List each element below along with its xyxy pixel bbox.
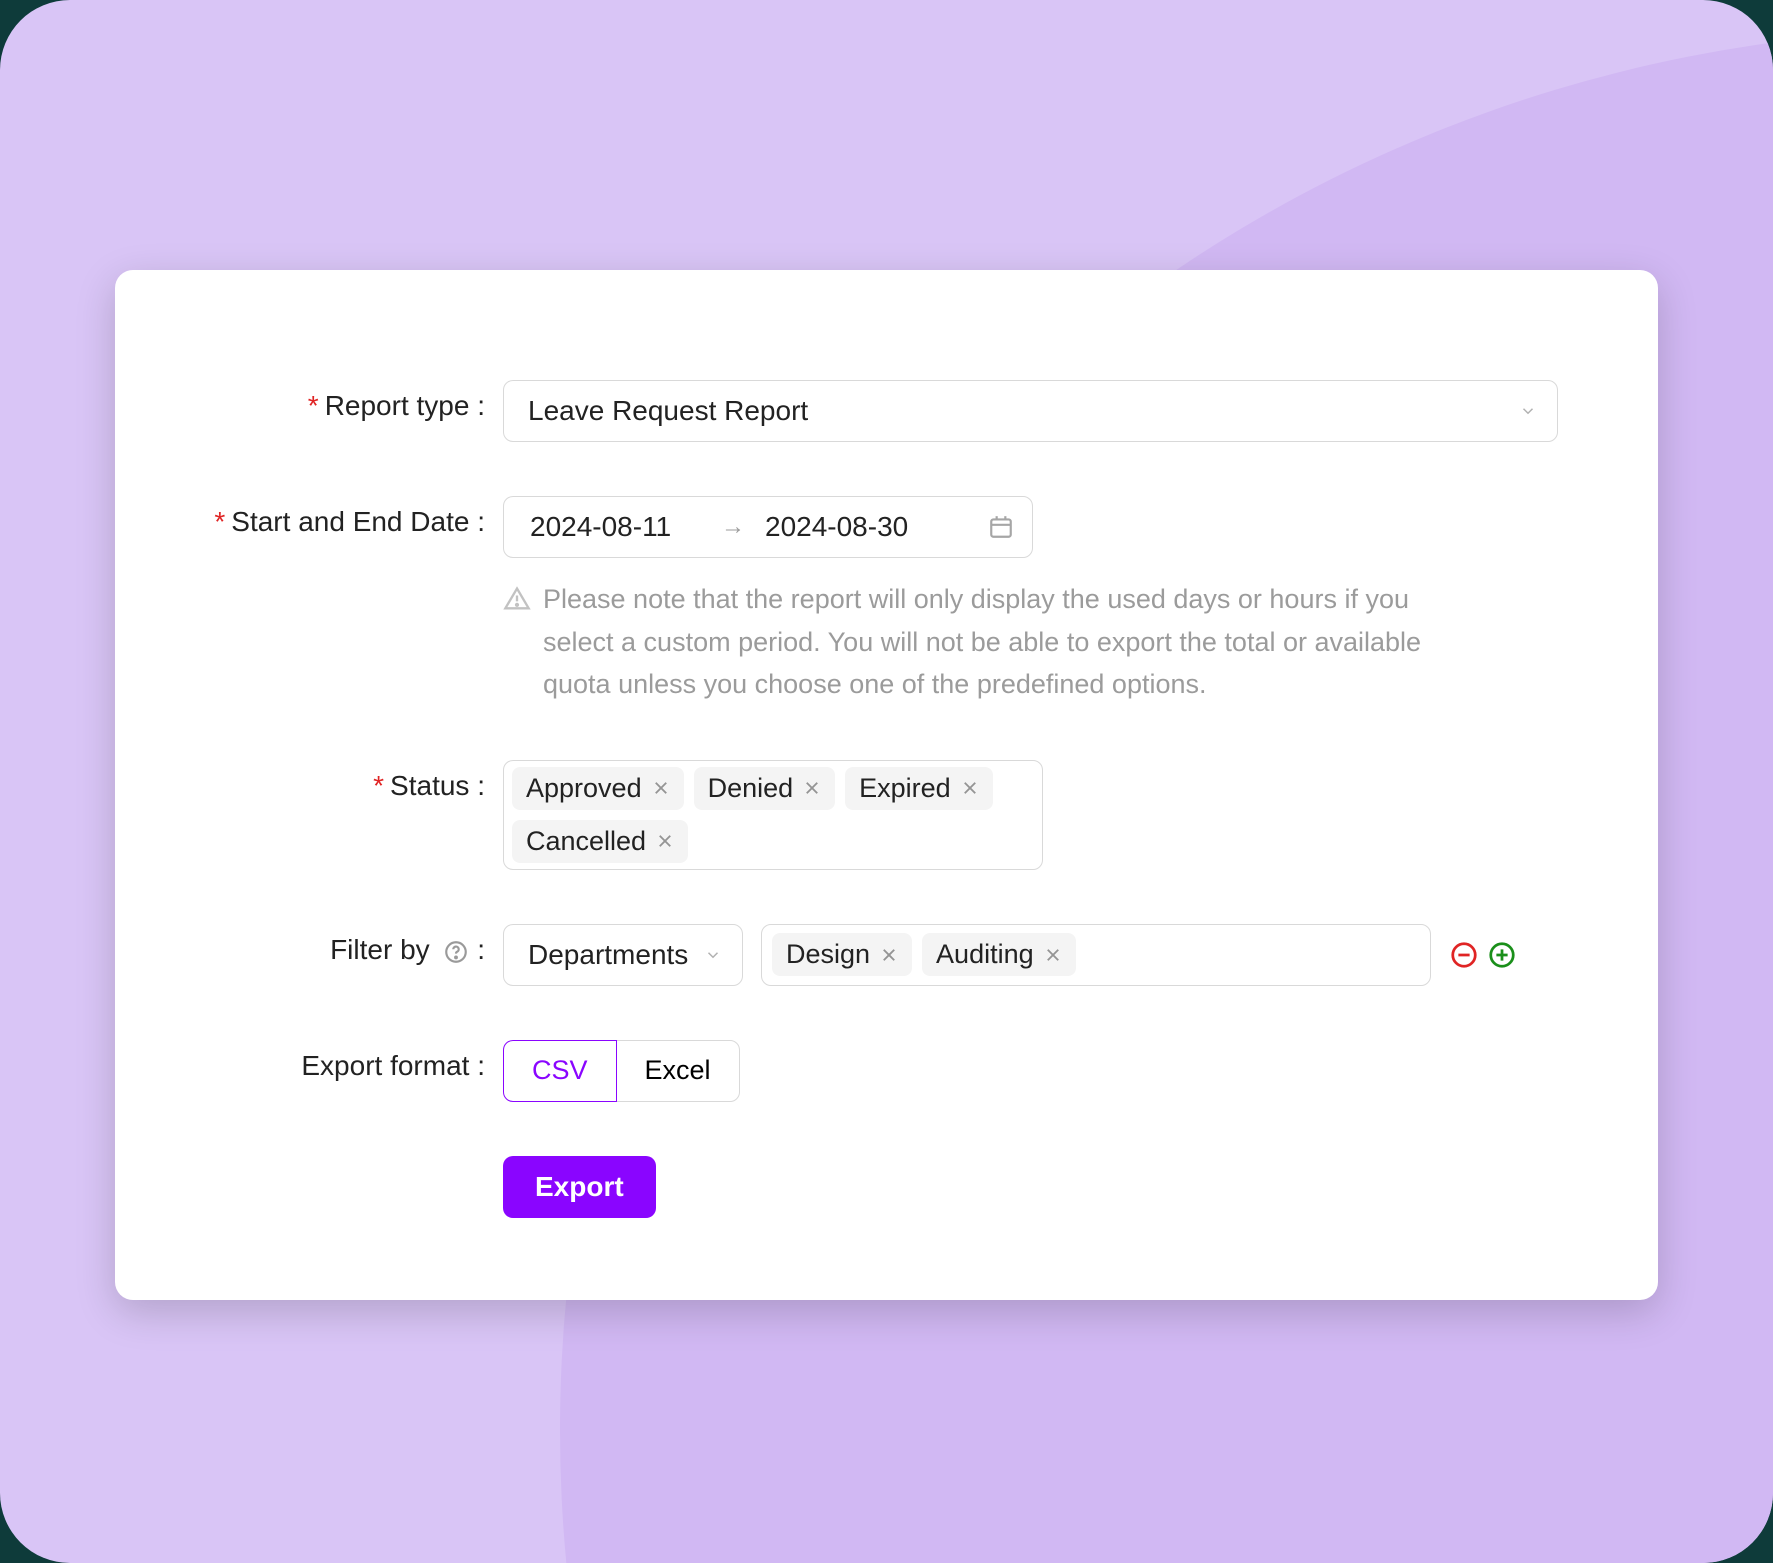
filter-value-multiselect[interactable]: Design Auditing bbox=[761, 924, 1431, 986]
status-tag-denied: Denied bbox=[694, 767, 836, 810]
date-range-picker[interactable]: → bbox=[503, 496, 1033, 558]
start-date-input[interactable] bbox=[528, 510, 703, 544]
close-icon[interactable] bbox=[803, 779, 821, 797]
row-filter: Filter by : Departments De bbox=[195, 924, 1558, 986]
report-type-value: Leave Request Report bbox=[528, 395, 808, 427]
export-form-card: *Report type : Leave Request Report *Sta… bbox=[115, 270, 1658, 1300]
date-range-label: *Start and End Date : bbox=[195, 496, 503, 538]
arrow-right-icon: → bbox=[721, 513, 745, 541]
report-type-select[interactable]: Leave Request Report bbox=[503, 380, 1558, 442]
row-export-format: Export format : CSVExcel bbox=[195, 1040, 1558, 1102]
filter-type-value: Departments bbox=[528, 939, 688, 971]
export-button[interactable]: Export bbox=[503, 1156, 656, 1218]
report-type-label: *Report type : bbox=[195, 380, 503, 422]
filter-row-actions bbox=[1449, 940, 1517, 970]
tag-label: Auditing bbox=[936, 939, 1034, 970]
add-filter-button[interactable] bbox=[1487, 940, 1517, 970]
tag-label: Design bbox=[786, 939, 870, 970]
close-icon[interactable] bbox=[652, 779, 670, 797]
calendar-icon bbox=[988, 514, 1014, 540]
export-format-excel[interactable]: Excel bbox=[616, 1040, 740, 1102]
chevron-down-icon bbox=[704, 946, 722, 964]
row-date-range: *Start and End Date : → bbox=[195, 496, 1558, 706]
close-icon[interactable] bbox=[1044, 946, 1062, 964]
status-tag-expired: Expired bbox=[845, 767, 993, 810]
filter-type-select[interactable]: Departments bbox=[503, 924, 743, 986]
date-range-helper: Please note that the report will only di… bbox=[503, 578, 1481, 706]
row-submit: Export bbox=[195, 1156, 1558, 1218]
filter-tag-design: Design bbox=[772, 933, 912, 976]
end-date-input[interactable] bbox=[763, 510, 938, 544]
tag-label: Denied bbox=[708, 773, 794, 804]
close-icon[interactable] bbox=[961, 779, 979, 797]
close-icon[interactable] bbox=[656, 832, 674, 850]
close-icon[interactable] bbox=[880, 946, 898, 964]
filter-tag-auditing: Auditing bbox=[922, 933, 1076, 976]
row-status: *Status : Approved Denied Expired Cancelled bbox=[195, 760, 1558, 870]
filter-label: Filter by : bbox=[195, 924, 503, 966]
tag-label: Approved bbox=[526, 773, 642, 804]
remove-filter-button[interactable] bbox=[1449, 940, 1479, 970]
chevron-down-icon bbox=[1519, 402, 1537, 420]
required-asterisk: * bbox=[308, 390, 319, 421]
export-format-label: Export format : bbox=[195, 1040, 503, 1082]
tag-label: Expired bbox=[859, 773, 951, 804]
status-tag-cancelled: Cancelled bbox=[512, 820, 688, 863]
tag-label: Cancelled bbox=[526, 826, 646, 857]
row-report-type: *Report type : Leave Request Report bbox=[195, 380, 1558, 442]
warning-icon bbox=[503, 583, 531, 611]
required-asterisk: * bbox=[373, 770, 384, 801]
export-format-csv[interactable]: CSV bbox=[503, 1040, 617, 1102]
status-tag-approved: Approved bbox=[512, 767, 684, 810]
status-label: *Status : bbox=[195, 760, 503, 802]
status-multiselect[interactable]: Approved Denied Expired Cancelled bbox=[503, 760, 1043, 870]
page-background: *Report type : Leave Request Report *Sta… bbox=[0, 0, 1773, 1563]
question-circle-icon[interactable] bbox=[443, 939, 469, 965]
helper-text: Please note that the report will only di… bbox=[543, 578, 1481, 706]
export-format-group: CSVExcel bbox=[503, 1040, 1558, 1102]
required-asterisk: * bbox=[214, 506, 225, 537]
